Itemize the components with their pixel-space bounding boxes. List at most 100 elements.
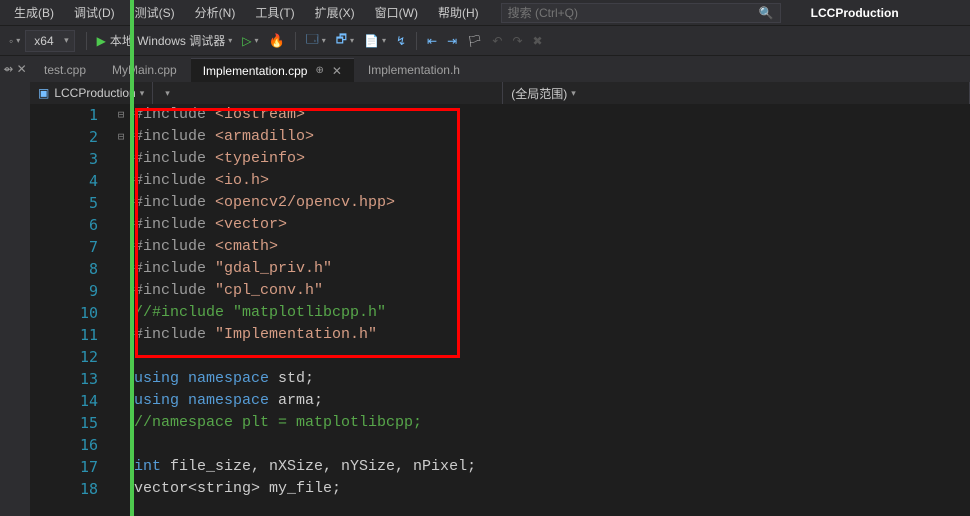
document-well-handle[interactable]: ⇴ ✕	[0, 56, 30, 82]
line-number: 4	[30, 170, 98, 192]
nav-project[interactable]: ▣ LCCProduction	[30, 82, 153, 104]
play-outline-icon: ▷	[242, 34, 251, 48]
drag-icon: ⇴	[3, 62, 13, 76]
solution-name: LCCProduction	[811, 6, 899, 20]
code-line[interactable]: #include <iostream>	[134, 104, 970, 126]
code-line[interactable]: int file_size, nXSize, nYSize, nPixel;	[134, 456, 970, 478]
code-line[interactable]: //#include "matplotlibcpp.h"	[134, 302, 970, 324]
menu-item[interactable]: 扩展(X)	[305, 0, 365, 25]
menu-item[interactable]: 帮助(H)	[428, 0, 489, 25]
fold-column[interactable]: ⊟⊟	[112, 104, 130, 516]
line-number: 8	[30, 258, 98, 280]
code-line[interactable]: #include <cmath>	[134, 236, 970, 258]
file-tab[interactable]: Implementation.cpp⊕✕	[191, 58, 354, 82]
toolbar-divider	[416, 32, 417, 50]
menu-bar: 生成(B)调试(D)测试(S)分析(N)工具(T)扩展(X)窗口(W)帮助(H)…	[0, 0, 970, 26]
nav-scope[interactable]: (全局范围)	[503, 82, 970, 104]
code-line[interactable]: #include <armadillo>	[134, 126, 970, 148]
line-number: 12	[30, 346, 98, 368]
line-number: 9	[30, 280, 98, 302]
line-number: 7	[30, 236, 98, 258]
platform-dropdown[interactable]: x64	[25, 30, 74, 52]
play-icon: ▶	[97, 34, 106, 48]
hot-reload-button[interactable]: 🔥	[264, 30, 290, 52]
search-box[interactable]: 🔍	[501, 3, 781, 23]
toolbar: ◦▾ x64 ▶ 本地 Windows 调试器 ▾ ▷▾ 🔥 🗔▾ 🗗▾ 📄▾ …	[0, 26, 970, 56]
file-tab-label: test.cpp	[44, 63, 86, 77]
pin-icon[interactable]: ⊕	[315, 65, 323, 76]
code-line[interactable]: #include <typeinfo>	[134, 148, 970, 170]
bookmark-next[interactable]: ↷	[507, 30, 527, 52]
left-margin	[0, 82, 30, 104]
bookmark-button[interactable]: 🏳	[462, 30, 487, 52]
code-content[interactable]: #include <iostream>#include <armadillo>#…	[130, 104, 970, 516]
nav-project-label: LCCProduction	[54, 86, 135, 100]
code-line[interactable]	[134, 434, 970, 456]
search-icon[interactable]: 🔍	[759, 6, 774, 20]
menu-item[interactable]: 工具(T)	[245, 0, 304, 25]
code-nav-bar: ▣ LCCProduction (全局范围)	[0, 82, 970, 104]
bookmark-prev[interactable]: ↶	[487, 30, 507, 52]
fold-toggle[interactable]: ⊟	[112, 126, 130, 148]
line-number: 16	[30, 434, 98, 456]
chevron-down-icon: ▾	[228, 36, 232, 45]
line-number: 3	[30, 148, 98, 170]
file-tab-label: MyMain.cpp	[112, 63, 177, 77]
file-tab-label: Implementation.h	[368, 63, 460, 77]
tool-btn-3[interactable]: 📄▾	[359, 30, 391, 52]
code-line[interactable]: #include <io.h>	[134, 170, 970, 192]
code-line[interactable]: #include <vector>	[134, 214, 970, 236]
left-margin-strip	[0, 104, 30, 516]
file-tab-bar: ⇴ ✕ test.cppMyMain.cppImplementation.cpp…	[0, 56, 970, 82]
run-button[interactable]: ▶ 本地 Windows 调试器 ▾	[92, 30, 238, 52]
line-number: 10	[30, 302, 98, 324]
toolbar-divider	[86, 32, 87, 50]
line-number: 13	[30, 368, 98, 390]
run-label: 本地 Windows 调试器	[110, 32, 225, 49]
code-line[interactable]	[134, 346, 970, 368]
toolbar-divider	[295, 32, 296, 50]
line-number: 18	[30, 478, 98, 500]
menu-item[interactable]: 调试(D)	[64, 0, 125, 25]
line-number: 17	[30, 456, 98, 478]
file-tab[interactable]: test.cpp	[32, 58, 98, 82]
fold-toggle[interactable]: ⊟	[112, 104, 130, 126]
line-number: 5	[30, 192, 98, 214]
file-tab[interactable]: MyMain.cpp	[100, 58, 189, 82]
code-line[interactable]: vector<string> my_file;	[134, 478, 970, 500]
line-number: 15	[30, 412, 98, 434]
close-icon[interactable]: ✕	[332, 64, 342, 78]
config-dropdown-icon[interactable]: ◦▾	[4, 30, 25, 52]
flame-icon: 🔥	[269, 33, 285, 49]
tool-btn-1[interactable]: 🗔▾	[301, 30, 331, 52]
menu-item[interactable]: 生成(B)	[4, 0, 64, 25]
code-line[interactable]: #include "cpl_conv.h"	[134, 280, 970, 302]
code-line[interactable]: #include <opencv2/opencv.hpp>	[134, 192, 970, 214]
nav-member[interactable]	[153, 82, 503, 104]
code-line[interactable]: #include "gdal_priv.h"	[134, 258, 970, 280]
project-icon: ▣	[38, 86, 49, 100]
line-number: 14	[30, 390, 98, 412]
tool-btn-2[interactable]: 🗗▾	[331, 30, 359, 52]
line-number-gutter: 123456789101112131415161718	[30, 104, 112, 516]
tool-btn-4[interactable]: ↯	[391, 30, 411, 52]
code-editor[interactable]: 123456789101112131415161718 ⊟⊟ #include …	[0, 104, 970, 516]
line-number: 1	[30, 104, 98, 126]
code-line[interactable]: //namespace plt = matplotlibcpp;	[134, 412, 970, 434]
code-line[interactable]: using namespace arma;	[134, 390, 970, 412]
indent-left-button[interactable]: ⇤	[422, 30, 442, 52]
menu-item[interactable]: 窗口(W)	[365, 0, 428, 25]
indent-right-button[interactable]: ⇥	[442, 30, 462, 52]
code-line[interactable]: #include "Implementation.h"	[134, 324, 970, 346]
line-number: 6	[30, 214, 98, 236]
bookmark-clear[interactable]: ✖	[528, 30, 548, 52]
menu-item[interactable]: 分析(N)	[185, 0, 246, 25]
nav-scope-label: (全局范围)	[511, 85, 567, 102]
file-tab[interactable]: Implementation.h	[356, 58, 472, 82]
line-number: 2	[30, 126, 98, 148]
line-number: 11	[30, 324, 98, 346]
code-line[interactable]: using namespace std;	[134, 368, 970, 390]
play-noattach-button[interactable]: ▷▾	[237, 30, 263, 52]
search-input[interactable]	[508, 6, 759, 20]
close-icon[interactable]: ✕	[17, 62, 27, 76]
